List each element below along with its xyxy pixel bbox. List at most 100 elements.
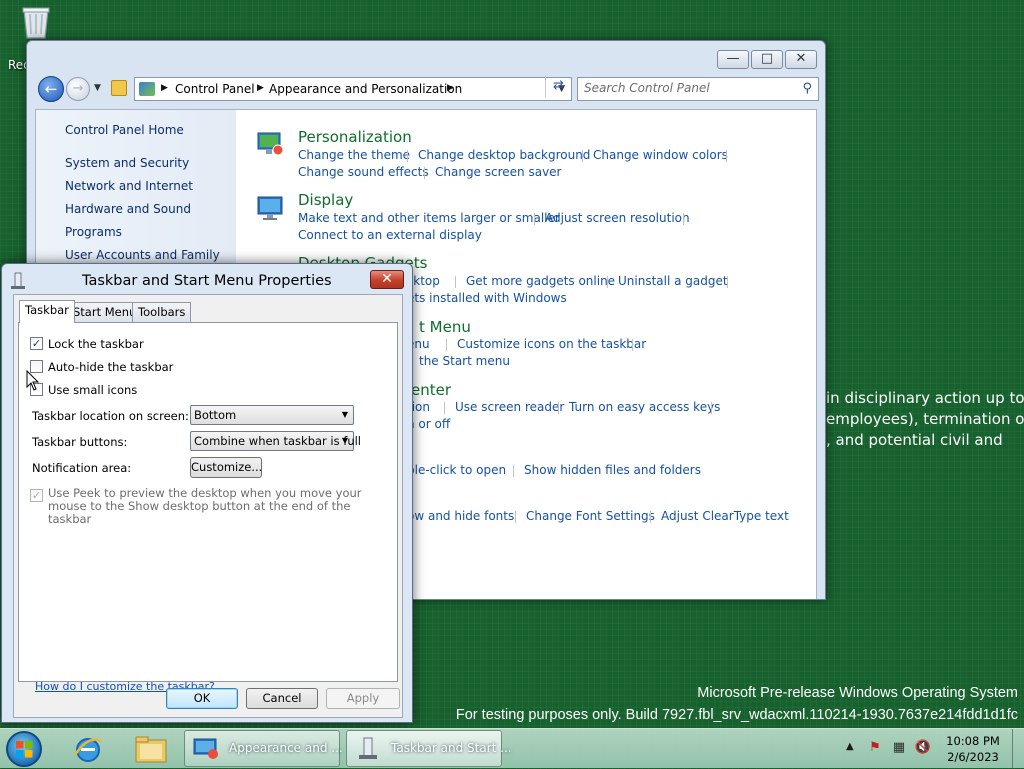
system-clock[interactable]: 10:08 PM 2/6/2023 (940, 733, 1006, 765)
refresh-icon[interactable]: ⇄ (545, 75, 571, 97)
action-center-flag-icon[interactable]: ⚑ (866, 739, 884, 757)
link-gadgets-installed[interactable]: ets installed with Windows (407, 291, 567, 305)
link-separator (407, 150, 408, 162)
start-button[interactable] (6, 731, 42, 767)
personalization-icon (257, 132, 284, 156)
link-change-screen-saver[interactable]: Change screen saver (435, 165, 562, 179)
nav-network-internet[interactable]: Network and Internet (65, 179, 193, 193)
ease-of-access-title[interactable]: enter (411, 381, 451, 399)
nav-user-accounts[interactable]: User Accounts and Family (65, 248, 220, 262)
taskbar-tab-page: ✓ Lock the taskbar Auto-hide the taskbar… (18, 322, 398, 693)
personalization-title[interactable]: Personalization (298, 128, 412, 146)
apply-button[interactable]: Apply (326, 688, 400, 709)
watermark-line-1: Microsoft Pre-release Windows Operating … (697, 685, 1018, 701)
link-get-more-gadgets[interactable]: Get more gadgets online (466, 274, 615, 288)
back-button[interactable]: ← (38, 76, 64, 102)
link-customize-taskbar-icons[interactable]: Customize icons on the taskbar (457, 337, 646, 351)
taskbar-buttons-combo[interactable]: Combine when taskbar is full ▼ (190, 431, 361, 451)
recycle-bin[interactable]: Rec (8, 6, 58, 72)
taskbar-start-menu-title[interactable]: t Menu (419, 318, 471, 336)
link-separator (515, 511, 516, 523)
display-title[interactable]: Display (298, 191, 353, 209)
dialog-body: Taskbar Start Menu Toolbars ✓ Lock the t… (13, 294, 403, 718)
nav-programs[interactable]: Programs (65, 225, 122, 239)
breadcrumb-appearance[interactable]: Appearance and Personalization (269, 82, 462, 96)
link-separator (424, 167, 425, 179)
ok-button[interactable]: OK (166, 688, 238, 709)
breadcrumb-chevron-icon[interactable]: ▶ (161, 83, 168, 93)
clock-time: 10:08 PM (946, 734, 1000, 748)
taskbar-task-control-panel[interactable]: Appearance and ... (184, 730, 343, 767)
link-show-hide-fonts[interactable]: ow and hide fonts (407, 509, 514, 523)
link-separator (513, 465, 514, 477)
breadcrumb-chevron-icon[interactable]: ▶ (447, 83, 454, 93)
nav-hardware-sound[interactable]: Hardware and Sound (65, 202, 191, 216)
forward-arrow-icon: → (72, 81, 84, 96)
link-hidden-files[interactable]: Show hidden files and folders (524, 463, 701, 477)
link-double-click[interactable]: ble-click to open (407, 463, 506, 477)
breadcrumb-control-panel[interactable]: Control Panel (175, 82, 255, 96)
link-change-sound-effects[interactable]: Change sound effects (298, 165, 429, 179)
window-controls: — □ ✕ (717, 50, 817, 69)
auto-hide-label[interactable]: Auto-hide the taskbar (48, 360, 173, 374)
internet-explorer-pin[interactable] (64, 731, 114, 767)
explorer-pin[interactable] (126, 731, 176, 767)
link-separator (632, 339, 633, 351)
location-combo[interactable]: Bottom ▼ (190, 405, 354, 425)
forward-button[interactable]: → (66, 77, 90, 101)
taskbar-task-properties[interactable]: Taskbar and Start ... (346, 730, 512, 767)
windows-logo-icon (16, 741, 33, 758)
build-watermark: Microsoft Pre-release Windows Operating … (456, 682, 1018, 726)
network-icon[interactable]: ▦ (890, 739, 908, 757)
control-panel-home-link[interactable]: Control Panel Home (65, 123, 184, 137)
link-font-settings[interactable]: Change Font Settings (526, 509, 655, 523)
link-uninstall-gadget[interactable]: Uninstall a gadget (618, 274, 728, 288)
link-screen-reader[interactable]: Use screen reader (455, 400, 564, 414)
link-high-contrast[interactable]: n or off (407, 417, 450, 431)
tab-toolbars[interactable]: Toolbars (132, 302, 192, 322)
link-cleartype[interactable]: Adjust ClearType text (661, 509, 789, 523)
link-start-menu-pictures[interactable]: the Start menu (419, 354, 510, 368)
notification-area-label: Notification area: (32, 461, 132, 475)
link-easy-access-keys[interactable]: Turn on easy access keys (569, 400, 720, 414)
folder-up-icon[interactable] (111, 80, 127, 96)
breadcrumb-chevron-icon[interactable]: ▶ (257, 83, 264, 93)
close-button[interactable]: ✕ (785, 50, 817, 69)
cancel-button[interactable]: Cancel (246, 688, 318, 709)
show-desktop-button[interactable] (1012, 729, 1024, 769)
lock-taskbar-label[interactable]: Lock the taskbar (48, 337, 144, 351)
lock-taskbar-checkbox[interactable]: ✓ (30, 337, 43, 350)
link-text-size[interactable]: Make text and other items larger or smal… (298, 211, 560, 225)
link-separator (446, 339, 447, 351)
link-change-desktop-background[interactable]: Change desktop background (418, 148, 590, 162)
maximize-button[interactable]: □ (751, 50, 783, 69)
minimize-button[interactable]: — (717, 50, 749, 69)
customize-button[interactable]: Customize... (190, 457, 262, 478)
peek-checkbox[interactable]: ✓ (30, 489, 43, 502)
link-external-display[interactable]: Connect to an external display (298, 228, 482, 242)
tab-taskbar[interactable]: Taskbar (19, 300, 75, 323)
address-bar[interactable]: ▶ Control Panel ▶ Appearance and Persona… (134, 77, 572, 101)
link-separator (534, 213, 535, 225)
taskbar-buttons-value: Combine when taskbar is full (194, 434, 362, 448)
recent-pages-dropdown-icon[interactable]: ▼ (94, 83, 101, 93)
link-change-theme[interactable]: Change the theme (298, 148, 410, 162)
link-adjust-resolution[interactable]: Adjust screen resolution (545, 211, 690, 225)
watermark-line-2: For testing purposes only. Build 7927.fb… (455, 707, 1018, 723)
taskbar: Appearance and ... Taskbar and Start ...… (0, 728, 1024, 769)
small-icons-label[interactable]: Use small icons (48, 383, 137, 397)
show-hidden-icons-icon[interactable]: ▲ (846, 741, 854, 752)
dropdown-arrow-icon: ▼ (341, 436, 348, 445)
close-icon: ✕ (381, 271, 393, 287)
search-icon[interactable]: ⚲ (802, 81, 812, 96)
link-separator (558, 402, 559, 414)
nav-system-security[interactable]: System and Security (65, 156, 189, 170)
link-separator (726, 150, 727, 162)
dialog-close-button[interactable]: ✕ (370, 270, 404, 289)
link-change-window-colors[interactable]: Change window colors (593, 148, 728, 162)
location-value: Bottom (194, 408, 237, 422)
search-input[interactable] (584, 81, 789, 95)
volume-muted-icon[interactable]: 🔇 (914, 739, 932, 757)
control-panel-task-icon (193, 738, 218, 759)
search-box: ⚲ (577, 77, 819, 101)
